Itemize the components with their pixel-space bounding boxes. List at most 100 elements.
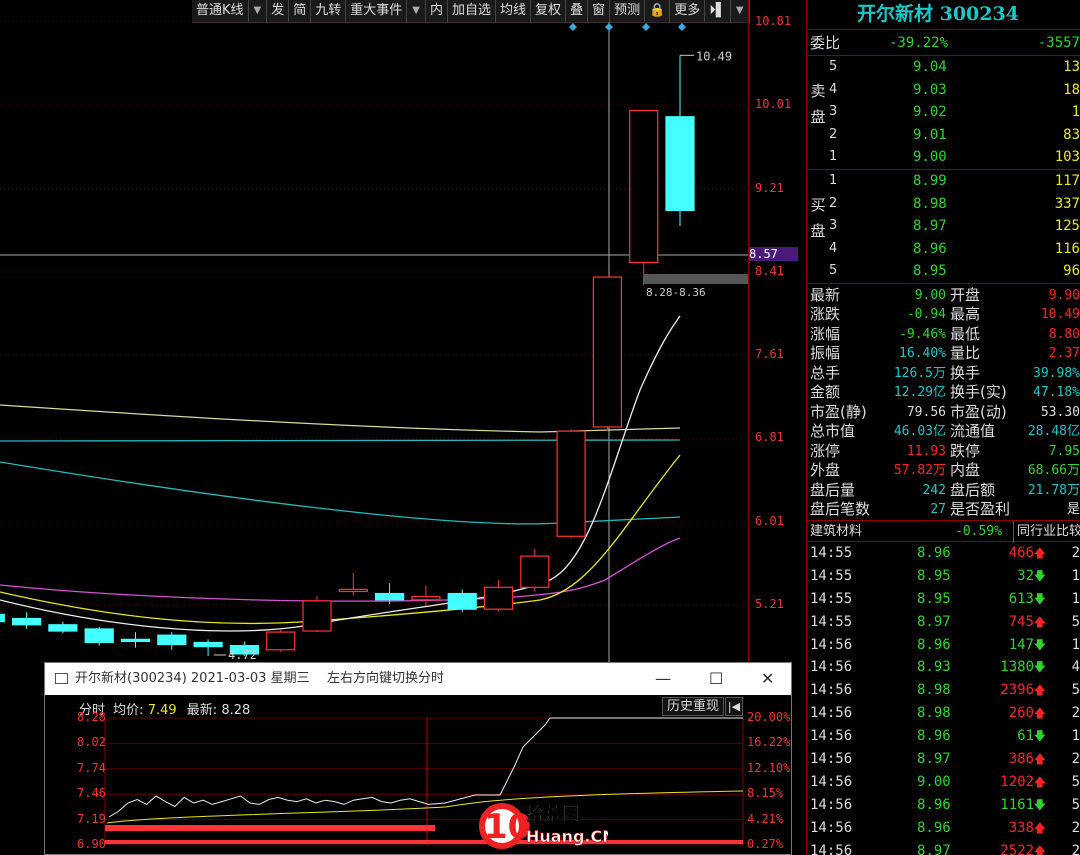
price-axis-label: 10.81: [755, 14, 792, 28]
buy-order-row[interactable]: 1 8.99 117: [807, 170, 1080, 193]
tick-price: 8.96: [917, 728, 951, 745]
tick-time: 14:56: [810, 636, 853, 653]
intraday-chart[interactable]: [45, 695, 793, 855]
intraday-popup-window[interactable]: 开尔新材(300234) 2021-03-03 星期三 左右方向键切换分时 — …: [44, 662, 792, 855]
tick-time: 14:56: [810, 728, 853, 745]
quote-label: 总市值: [810, 422, 856, 441]
tick-row[interactable]: 14:56 8.97 2522 🡅 2: [807, 840, 1080, 855]
quote-label: 盘后量: [810, 480, 856, 499]
quote-label: 金额: [810, 383, 841, 402]
order-ratio-label: 委比: [810, 34, 841, 52]
quote-value: 47.18%: [1033, 385, 1080, 401]
minimize-icon[interactable]: —: [655, 663, 671, 695]
quote-label: 换手: [950, 363, 981, 382]
sell-order-row[interactable]: 3 9.02 1: [807, 101, 1080, 124]
tick-row[interactable]: 14:55 8.95 613 🡇 1: [807, 588, 1080, 611]
candle-body: [592, 276, 623, 428]
candle-body: [483, 586, 514, 610]
quote-value: 242: [922, 482, 946, 498]
buy-order-row[interactable]: 3 8.97 125: [807, 215, 1080, 238]
ma-line-long: [0, 404, 681, 433]
sell-order-row[interactable]: 1 9.00 103: [807, 146, 1080, 169]
tick-row[interactable]: 14:55 8.95 32 🡇 1: [807, 565, 1080, 588]
intraday-pct-label: 16.22%: [747, 735, 791, 750]
tick-count: 5: [1071, 773, 1080, 790]
order-level: 3: [829, 218, 838, 234]
order-level: 2: [829, 195, 838, 211]
popup-title: 开尔新材(300234) 2021-03-03 星期三: [75, 671, 310, 686]
tick-row[interactable]: 14:56 8.96 1161 🡇 5: [807, 794, 1080, 817]
tick-row[interactable]: 14:56 8.98 260 🡅 2: [807, 702, 1080, 725]
tick-volume: 338: [1008, 819, 1034, 836]
tick-row[interactable]: 14:55 8.97 745 🡅 5: [807, 611, 1080, 634]
order-ratio-value: -39.22%: [889, 35, 949, 51]
arrow-down-icon: 🡇: [1033, 637, 1046, 652]
quote-label: 涨幅: [810, 324, 841, 343]
quote-value: -0.94: [906, 307, 946, 323]
price-axis-label: 8.41: [755, 263, 784, 278]
quote-label: 振幅: [810, 344, 841, 363]
tick-row[interactable]: 14:56 8.93 1380 🡇 4: [807, 656, 1080, 679]
candle-body: [12, 617, 42, 626]
candle-body: [411, 596, 441, 601]
tick-count: 1: [1071, 636, 1080, 653]
tick-time: 14:56: [810, 819, 853, 836]
order-price: 8.97: [913, 218, 947, 235]
price-axis-label: 6.01: [755, 513, 784, 528]
quote-row: 市盈(静) 79.56 市盈(动) 53.30: [807, 403, 1080, 423]
tick-row[interactable]: 14:56 8.96 338 🡅 2: [807, 817, 1080, 840]
tick-row[interactable]: 14:56 8.96 147 🡇 1: [807, 634, 1080, 657]
order-price: 8.95: [913, 263, 947, 280]
tick-price: 8.98: [917, 682, 951, 699]
tick-row[interactable]: 14:56 8.98 2396 🡅 5: [807, 679, 1080, 702]
intraday-price-label: 8.02: [77, 735, 106, 750]
quote-label: 最高: [950, 305, 981, 324]
quote-value: 68.66万: [1027, 463, 1080, 479]
quote-row: 盘后量 242 盘后额 21.78万: [807, 481, 1080, 501]
intraday-price-label: 7.46: [77, 786, 106, 801]
order-volume: 1: [1071, 104, 1080, 121]
close-icon[interactable]: ✕: [761, 663, 774, 695]
tick-row[interactable]: 14:55 8.96 466 🡅 2: [807, 542, 1080, 565]
event-marker-icon: [569, 23, 577, 31]
quote-row: 最新 9.00 开盘 9.90: [807, 286, 1080, 306]
sell-order-row[interactable]: 2 9.01 83: [807, 124, 1080, 147]
tick-time: 14:55: [810, 567, 853, 584]
quote-value: 10.49: [1040, 307, 1080, 323]
buy-order-row[interactable]: 2 8.98 337: [807, 193, 1080, 216]
intraday-pct-label: 12.10%: [747, 760, 791, 775]
quote-value: 11.93: [906, 443, 946, 459]
quote-label: 开盘: [950, 285, 981, 304]
sell-order-row[interactable]: 5 9.04 13: [807, 56, 1080, 79]
tick-volume: 32: [1017, 567, 1034, 584]
compare-industry-button[interactable]: 同行业比较: [1013, 520, 1080, 543]
tick-row[interactable]: 14:56 8.97 386 🡅 2: [807, 748, 1080, 771]
sector-change: -0.59%: [955, 523, 1002, 539]
sell-order-row[interactable]: 4 9.03 18: [807, 79, 1080, 102]
order-level: 5: [829, 263, 838, 279]
quote-row: 总手 126.5万 换手 39.98%: [807, 364, 1080, 384]
arrow-down-icon: 🡇: [1033, 591, 1046, 606]
popup-titlebar[interactable]: 开尔新材(300234) 2021-03-03 星期三 左右方向键切换分时 — …: [45, 663, 791, 695]
maximize-icon[interactable]: ☐: [709, 663, 723, 695]
kline-chart[interactable]: 10.49 4.72 8.28-8.36: [0, 0, 748, 690]
arrow-up-icon: 🡅: [1033, 683, 1046, 698]
quote-label: 是否盈利: [950, 500, 1011, 519]
tick-time: 14:56: [810, 773, 853, 790]
tick-row[interactable]: 14:56 9.00 1202 🡅 5: [807, 771, 1080, 794]
order-price: 8.99: [913, 172, 947, 189]
arrow-up-icon: 🡅: [1033, 843, 1046, 855]
sector-name[interactable]: 建筑材料: [810, 521, 862, 543]
tick-price: 8.97: [917, 613, 951, 630]
order-volume: 337: [1054, 195, 1080, 212]
tick-price: 8.96: [917, 636, 951, 653]
tick-price: 8.95: [917, 567, 951, 584]
baseline-bar: [105, 840, 743, 844]
tick-list[interactable]: 14:55 8.96 466 🡅 2 14:55 8.95 32 🡇 1 14:55 8.95 613 🡇…: [807, 542, 1080, 855]
tick-row[interactable]: 14:56 8.96 61 🡇 1: [807, 725, 1080, 748]
candle-body: [302, 600, 332, 632]
buy-order-row[interactable]: 4 8.96 116: [807, 238, 1080, 261]
low-annotation: 4.72: [228, 648, 257, 662]
buy-order-row[interactable]: 5 8.95 96: [807, 260, 1080, 283]
order-level: 1: [829, 172, 838, 188]
